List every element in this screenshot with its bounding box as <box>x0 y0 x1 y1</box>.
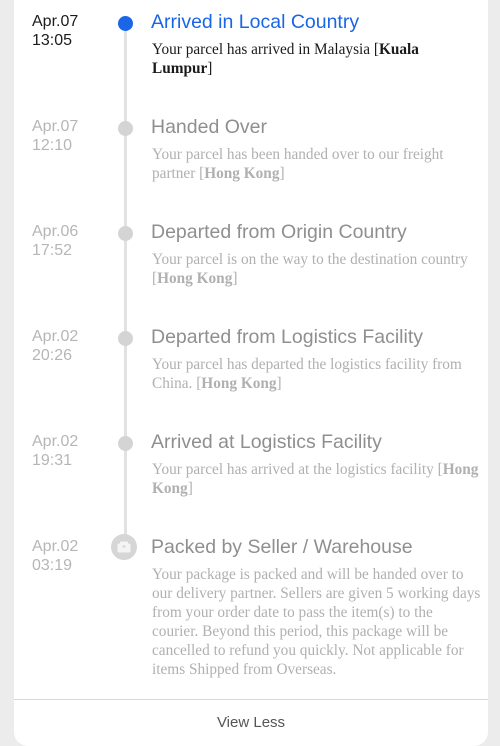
event-time: 03:19 <box>32 557 73 574</box>
description-text: Your parcel has departed the logistics f… <box>152 356 462 392</box>
event-timestamp: Apr.07 12:10 <box>32 117 112 155</box>
event-title: Packed by Seller / Warehouse <box>151 536 413 558</box>
event-description: Your parcel has arrived in Malaysia [Kua… <box>152 40 482 78</box>
event-description: Your parcel is on the way to the destina… <box>152 250 482 288</box>
status-dot <box>118 226 133 241</box>
event-date: Apr.02 <box>32 538 79 555</box>
active-status-dot <box>118 16 133 31</box>
event-timestamp: Apr.02 20:26 <box>32 327 112 365</box>
event-title: Departed from Origin Country <box>151 221 407 243</box>
event-timestamp: Apr.07 13:05 <box>32 12 112 50</box>
event-time: 13:05 <box>32 32 73 49</box>
package-icon-glyph <box>117 541 131 553</box>
description-text: Your parcel has arrived in Malaysia [ <box>152 41 379 58</box>
location-text: Hong Kong <box>204 165 280 182</box>
view-less-button[interactable]: View Less <box>14 700 488 744</box>
status-dot <box>118 121 133 136</box>
event-timestamp: Apr.02 19:31 <box>32 432 112 470</box>
description-text: Your parcel has been handed over to our … <box>152 146 444 182</box>
event-description: Your parcel has been handed over to our … <box>152 145 482 183</box>
timeline-line <box>124 18 127 538</box>
status-dot <box>118 331 133 346</box>
event-title: Arrived in Local Country <box>151 11 360 33</box>
event-time: 20:26 <box>32 347 73 364</box>
event-date: Apr.06 <box>32 223 79 240</box>
description-text: Your parcel has arrived at the logistics… <box>152 461 443 478</box>
location-text: Hong Kong <box>157 270 233 287</box>
event-title: Arrived at Logistics Facility <box>151 431 382 453</box>
event-time: 12:10 <box>32 137 73 154</box>
description-bracket: ] <box>276 375 282 392</box>
event-description: Your parcel has departed the logistics f… <box>152 355 482 393</box>
event-timestamp: Apr.02 03:19 <box>32 537 112 575</box>
event-title: Departed from Logistics Facility <box>151 326 424 348</box>
event-date: Apr.02 <box>32 433 79 450</box>
package-icon <box>111 534 137 560</box>
description-bracket: ] <box>279 165 285 182</box>
event-time: 17:52 <box>32 242 73 259</box>
event-timestamp: Apr.06 17:52 <box>32 222 112 260</box>
event-description: Your package is packed and will be hande… <box>152 566 481 678</box>
event-date: Apr.02 <box>32 328 79 345</box>
event-date: Apr.07 <box>32 13 79 30</box>
description-bracket: ] <box>187 480 193 497</box>
event-title: Handed Over <box>151 116 267 138</box>
event-time: 19:31 <box>32 452 73 469</box>
tracking-card: Apr.07 13:05 Arrived in Local Country Yo… <box>14 0 488 746</box>
status-dot <box>118 436 133 451</box>
location-text: Hong Kong <box>201 375 277 392</box>
event-description: Your parcel has arrived at the logistics… <box>152 460 482 498</box>
event-date: Apr.07 <box>32 118 79 135</box>
description-bracket: ] <box>207 60 213 77</box>
description-bracket: ] <box>232 270 238 287</box>
